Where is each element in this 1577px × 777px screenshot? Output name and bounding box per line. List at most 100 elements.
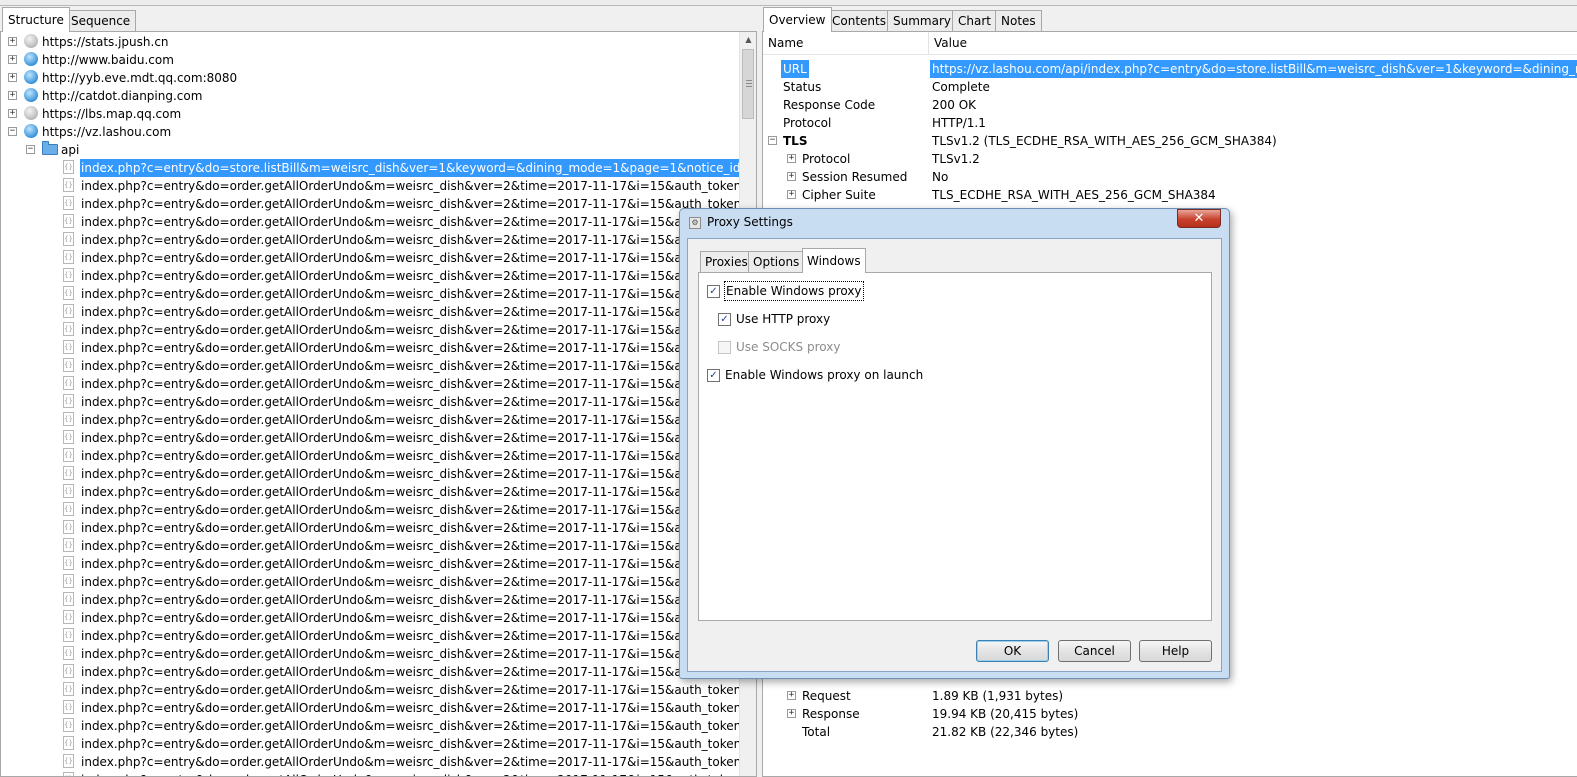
expand-icon[interactable]: + [8,109,17,118]
request-label: index.php?c=entry&do=order.getAllOrderUn… [81,701,757,715]
property-row-tls-protocol[interactable]: + Protocol TLSv1.2 [763,150,1577,168]
host-label: http://catdot.dianping.com [42,89,203,103]
document-icon: {} [63,286,74,300]
document-icon: {} [63,376,74,390]
property-row-size-response[interactable]: + Response 19.94 KB (20,415 bytes) [763,705,1577,723]
ok-button[interactable]: OK [976,640,1049,662]
document-icon: {} [63,304,74,318]
document-icon: {} [63,484,74,498]
request-label: index.php?c=entry&do=order.getAllOrderUn… [81,485,757,499]
expand-icon[interactable]: + [787,190,796,199]
tab-notes[interactable]: Notes [995,10,1042,31]
document-icon: {} [63,520,74,534]
property-name: TLS [783,134,808,148]
request-label: index.php?c=entry&do=order.getAllOrderUn… [81,611,757,625]
expand-icon[interactable]: + [8,73,17,82]
expand-icon[interactable]: + [8,37,17,46]
request-label: index.php?c=entry&do=order.getAllOrderUn… [81,341,757,355]
collapse-icon[interactable]: − [26,145,35,154]
expand-icon[interactable]: + [787,691,796,700]
request-label: index.php?c=entry&do=order.getAllOrderUn… [81,539,757,553]
use-socks-proxy-checkbox[interactable] [718,341,731,354]
property-row-protocol[interactable]: Protocol HTTP/1.1 [763,114,1577,132]
property-value: TLSv1.2 [932,152,980,166]
request-label: index.php?c=entry&do=order.getAllOrderUn… [81,197,757,211]
use-http-proxy-checkbox[interactable]: ✓ [718,313,731,326]
dialog-client-area: Proxies Options Windows ✓ Enable Windows… [687,238,1222,672]
request-label: index.php?c=entry&do=order.getAllOrderUn… [81,269,757,283]
column-header-value[interactable]: Value [929,32,967,54]
request-label: index.php?c=entry&do=order.getAllOrderUn… [81,755,757,769]
globe-icon [24,52,38,66]
scroll-up-arrow-icon[interactable]: ▲ [740,32,756,48]
property-value: https://vz.lashou.com/api/index.php?c=en… [930,60,1577,78]
expand-icon[interactable]: + [787,172,796,181]
request-label: index.php?c=entry&do=store.listBill&m=we… [80,159,739,177]
property-row-size-request[interactable]: + Request 1.89 KB (1,931 bytes) [763,687,1577,705]
scrollbar-thumb[interactable] [742,49,754,119]
tab-options[interactable]: Options [748,251,805,272]
property-row-status[interactable]: Status Complete [763,78,1577,96]
expand-icon[interactable]: + [8,55,17,64]
property-value: No [932,170,949,184]
secure-host-icon [24,34,38,48]
enable-proxy-on-launch-checkbox[interactable]: ✓ [707,369,720,382]
cancel-button[interactable]: Cancel [1058,640,1131,662]
collapse-icon[interactable]: − [8,127,17,136]
document-icon: {} [63,754,74,768]
request-label: index.php?c=entry&do=order.getAllOrderUn… [81,449,757,463]
document-icon: {} [63,538,74,552]
document-icon: {} [63,682,74,696]
property-name: Session Resumed [802,170,908,184]
proxy-settings-dialog: ⚙ Proxy Settings ✕ Proxies Options Windo… [679,208,1230,679]
property-row-tls[interactable]: − TLS TLSv1.2 (TLS_ECDHE_RSA_WITH_AES_25… [763,132,1577,150]
document-icon: {} [63,340,74,354]
property-row-response-code[interactable]: Response Code 200 OK [763,96,1577,114]
property-name: Cipher Suite [802,188,876,202]
collapse-icon[interactable]: − [768,136,777,145]
document-icon: {} [63,556,74,570]
property-row-cipher-suite[interactable]: + Cipher Suite TLS_ECDHE_RSA_WITH_AES_25… [763,186,1577,204]
property-row-session-resumed[interactable]: + Session Resumed No [763,168,1577,186]
tab-contents[interactable]: Contents [826,10,892,31]
structure-pane: Structure Sequence + https://stats.jpush.… [0,6,759,777]
close-icon[interactable]: ✕ [1177,209,1221,228]
checkbox-label: Enable Windows proxy [724,281,864,301]
request-label: index.php?c=entry&do=order.getAllOrderUn… [81,593,757,607]
tab-structure[interactable]: Structure [2,7,70,32]
tab-chart[interactable]: Chart [952,10,997,31]
expand-icon[interactable]: + [787,154,796,163]
help-button[interactable]: Help [1139,640,1212,662]
host-label: http://yyb.eve.mdt.qq.com:8080 [42,71,238,85]
request-label: index.php?c=entry&do=order.getAllOrderUn… [81,683,757,697]
dialog-titlebar[interactable]: ⚙ Proxy Settings ✕ [680,209,1229,238]
structure-tree[interactable]: + https://stats.jpush.cn + http://www.baidu… [0,31,757,777]
property-row-url[interactable]: URL https://vz.lashou.com/api/index.php?… [763,60,1577,78]
column-header-name[interactable]: Name [763,32,803,54]
tab-proxies[interactable]: Proxies [700,251,753,272]
document-icon: {} [63,412,74,426]
tab-overview[interactable]: Overview [763,7,832,32]
document-icon: {} [63,196,74,210]
document-icon: {} [63,430,74,444]
expand-icon[interactable]: + [8,91,17,100]
request-label: index.php?c=entry&do=order.getAllOrderUn… [81,377,757,391]
property-row-size-total[interactable]: Total 21.82 KB (22,346 bytes) [763,723,1577,741]
tab-sequence[interactable]: Sequence [65,10,137,31]
windows-tab-page: ✓ Enable Windows proxy ✓ Use HTTP proxy … [698,272,1212,621]
property-name: URL [781,60,809,78]
tab-summary[interactable]: Summary [887,10,957,31]
host-label: https://lbs.map.qq.com [42,107,182,121]
expand-icon[interactable]: + [787,709,796,718]
request-label: index.php?c=entry&do=order.getAllOrderUn… [81,413,757,427]
tab-windows[interactable]: Windows [802,248,866,273]
request-label: index.php?c=entry&do=order.getAllOrderUn… [81,359,757,373]
properties-header: Name Value [763,32,1577,55]
property-name: Total [802,725,831,739]
enable-windows-proxy-checkbox[interactable]: ✓ [707,285,720,298]
document-icon: {} [63,448,74,462]
globe-icon [24,70,38,84]
property-value: 200 OK [932,98,977,112]
document-icon: {} [63,718,74,732]
document-icon: {} [63,358,74,372]
